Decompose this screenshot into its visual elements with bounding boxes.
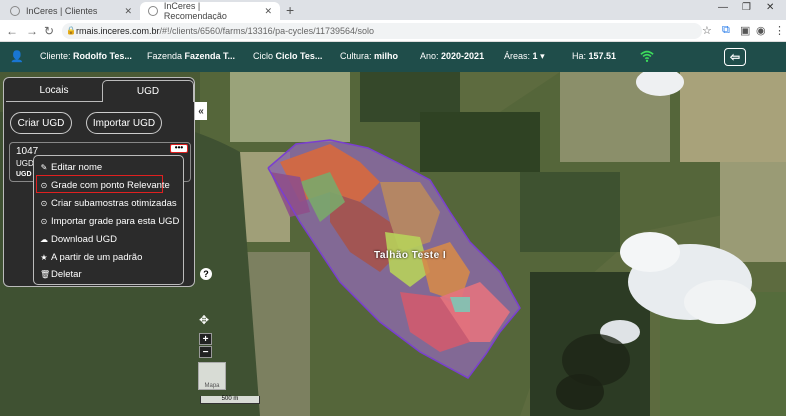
ciclo-label: Ciclo xyxy=(253,51,274,61)
areas-label: Áreas: xyxy=(504,51,531,61)
arrow-left-icon: ⇦ xyxy=(729,50,741,64)
favicon-icon xyxy=(10,6,20,16)
menu-item-deletar[interactable]: 🗑 Deletar xyxy=(40,269,82,280)
basemap-label: Mapa xyxy=(204,383,220,389)
fazenda-value: Fazenda T... xyxy=(184,51,236,61)
cliente-selector[interactable]: Cliente: Rodolfo Tes... xyxy=(40,51,132,61)
tab-locais[interactable]: Locais xyxy=(6,80,102,102)
ciclo-selector[interactable]: Ciclo Ciclo Tes... xyxy=(253,51,322,61)
exit-button[interactable]: ⇦ xyxy=(724,48,746,66)
scale-bar: 500 m xyxy=(200,396,260,404)
menu-item-label: Editar nome xyxy=(51,162,103,173)
circle-dot-icon: ⊙ xyxy=(40,217,48,226)
ugd-card-subtitle-2: UGD xyxy=(16,171,32,178)
close-tab-icon[interactable]: ✕ xyxy=(264,6,272,17)
pencil-icon: ✎ xyxy=(40,163,48,172)
address-bar: ← → ↻ 🔒 rmais.inceres.com.br/#!/clients/6… xyxy=(0,20,786,42)
browser-tab-clientes[interactable]: InCeres | Clientes ✕ xyxy=(2,2,140,20)
cloud-download-icon: ☁ xyxy=(40,235,48,244)
tab-title: InCeres | Clientes xyxy=(26,6,98,16)
menu-item-label: A partir de um padrão xyxy=(51,252,143,263)
lock-icon: 🔒 xyxy=(66,26,76,35)
minimize-icon[interactable]: — xyxy=(718,2,728,13)
cultura-value: milho xyxy=(374,51,399,61)
star-icon: ★ xyxy=(40,253,48,262)
browser-tab-bar: InCeres | Clientes ✕ InCeres | Recomenda… xyxy=(0,0,786,21)
ha-value: 157.51 xyxy=(588,51,617,61)
url-path: /#!/clients/6560/farms/13316/pa-cycles/1… xyxy=(159,26,374,36)
importar-ugd-button[interactable]: Importar UGD xyxy=(86,112,162,134)
wifi-icon xyxy=(640,50,654,62)
cliente-label: Cliente: xyxy=(40,51,71,61)
app-header: 👤 Cliente: Rodolfo Tes... Fazenda Fazend… xyxy=(0,42,786,72)
menu-item-editar-nome[interactable]: ✎ Editar nome xyxy=(40,162,103,173)
ano-display: Ano: 2020-2021 xyxy=(420,51,484,61)
menu-item-label: Download UGD xyxy=(51,234,117,245)
ano-label: Ano: xyxy=(420,51,439,61)
menu-item-download-ugd[interactable]: ☁ Download UGD xyxy=(40,234,117,245)
circle-dot-icon: ⊙ xyxy=(40,181,48,190)
basemap-toggle[interactable]: Mapa xyxy=(198,362,226,390)
back-arrow-icon[interactable]: ← xyxy=(6,24,18,38)
menu-item-label: Criar subamostras otimizadas xyxy=(51,198,177,209)
extensions-icon[interactable]: ▣ xyxy=(740,24,750,37)
menu-item-criar-subamostras[interactable]: ⊙ Criar subamostras otimizadas xyxy=(40,198,177,209)
more-options-button[interactable]: ••• xyxy=(170,144,188,153)
menu-item-label: Grade com ponto Relevante xyxy=(51,180,170,191)
ugd-card-subtitle: UGD xyxy=(16,159,34,168)
maximize-icon[interactable]: ❐ xyxy=(742,2,751,13)
menu-item-label: Importar grade para esta UGD xyxy=(51,216,180,227)
menu-item-label: Deletar xyxy=(51,269,82,280)
ano-value: 2020-2021 xyxy=(441,51,485,61)
areas-selector[interactable]: Áreas: 1 ▾ xyxy=(504,51,545,62)
collapse-panel-button[interactable]: « xyxy=(195,102,207,120)
url-field[interactable]: 🔒 rmais.inceres.com.br/#!/clients/6560/fa… xyxy=(62,23,702,39)
menu-item-grade-ponto-relevante[interactable]: ⊙ Grade com ponto Relevante xyxy=(40,180,170,191)
favicon-icon xyxy=(148,6,158,16)
forward-arrow-icon[interactable]: → xyxy=(26,24,38,38)
help-button[interactable]: ? xyxy=(200,268,212,280)
new-tab-icon[interactable]: + xyxy=(286,2,294,18)
fazenda-label: Fazenda xyxy=(147,51,183,61)
reload-icon[interactable]: ↻ xyxy=(44,24,54,38)
user-icon[interactable]: 👤 xyxy=(10,50,24,63)
menu-item-importar-grade[interactable]: ⊙ Importar grade para esta UGD xyxy=(40,216,180,227)
fazenda-selector[interactable]: Fazenda Fazenda T... xyxy=(147,51,235,61)
ha-label: Ha: xyxy=(572,51,587,61)
menu-item-padrao[interactable]: ★ A partir de um padrão xyxy=(40,252,142,263)
ciclo-value: Ciclo Tes... xyxy=(275,51,323,61)
areas-value: 1 xyxy=(532,51,538,61)
double-chevron-left-icon: « xyxy=(198,105,204,117)
cultura-display: Cultura: milho xyxy=(340,51,398,61)
ugd-context-menu: ✎ Editar nome ⊙ Grade com ponto Relevante … xyxy=(33,155,184,285)
cultura-label: Cultura: xyxy=(340,51,372,61)
zoom-in-button[interactable]: + xyxy=(199,333,212,345)
tab-ugd[interactable]: UGD xyxy=(102,80,194,102)
url-host: rmais.inceres.com.br xyxy=(76,26,160,36)
criar-ugd-button[interactable]: Criar UGD xyxy=(10,112,72,134)
cliente-value: Rodolfo Tes... xyxy=(73,51,132,61)
trash-icon: 🗑 xyxy=(40,270,51,279)
profile-icon[interactable]: ◉ xyxy=(756,24,766,37)
menu-dots-icon[interactable]: ⋮ xyxy=(774,24,785,37)
close-tab-icon[interactable]: ✕ xyxy=(124,6,132,17)
tab-title: InCeres | Recomendação xyxy=(163,1,227,21)
close-window-icon[interactable]: ✕ xyxy=(766,2,774,13)
star-bookmark-icon[interactable]: ☆ xyxy=(702,24,712,37)
ha-display: Ha: 157.51 xyxy=(572,51,616,61)
chevron-down-icon: ▾ xyxy=(540,51,545,61)
browser-tab-recomendacao[interactable]: InCeres | Recomendação ✕ xyxy=(140,1,280,21)
circle-dot-icon: ⊙ xyxy=(40,199,48,208)
field-label[interactable]: Talhão Teste I xyxy=(374,250,446,261)
zoom-out-button[interactable]: − xyxy=(199,346,212,358)
translate-icon[interactable]: ⧉ xyxy=(722,24,730,37)
pan-icon[interactable]: ✥ xyxy=(199,313,209,327)
